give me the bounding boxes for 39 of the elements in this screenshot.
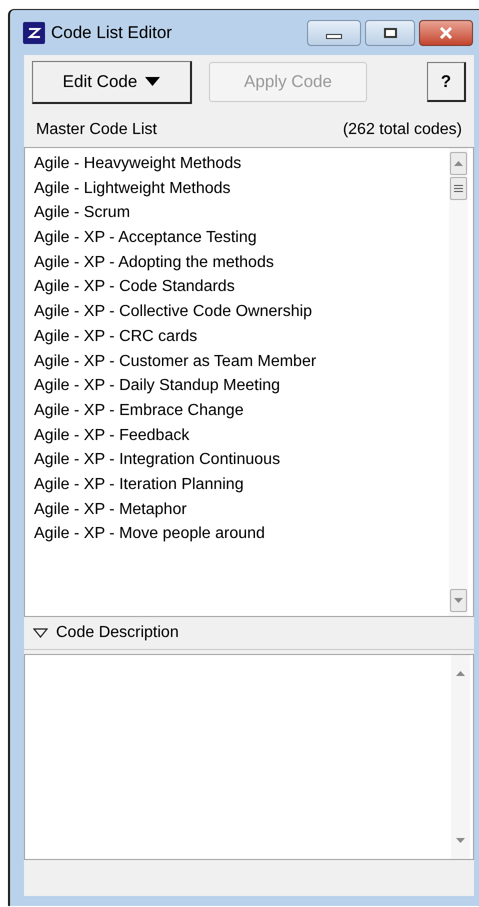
edit-code-button[interactable]: Edit Code (32, 60, 192, 104)
help-button[interactable]: ? (427, 62, 466, 102)
code-list-item[interactable]: Agile - XP - Embrace Change (34, 398, 449, 424)
code-list-item[interactable]: Agile - XP - Daily Standup Meeting (34, 374, 449, 399)
scroll-up-button[interactable] (450, 152, 467, 175)
close-button[interactable] (419, 20, 473, 46)
code-list-item[interactable]: Agile - XP - CRC cards (34, 324, 449, 350)
close-icon (439, 26, 453, 38)
code-list-item[interactable]: Agile - XP - Metaphor (34, 498, 449, 522)
scroll-up-icon (456, 671, 465, 676)
code-list-item[interactable]: Agile - Lightweight Methods (34, 176, 449, 202)
scroll-thumb[interactable] (450, 177, 467, 200)
code-list-item[interactable]: Agile - XP - Acceptance Testing (34, 226, 449, 251)
scroll-down-button[interactable] (450, 589, 467, 612)
code-list-item[interactable]: Agile - Scrum (34, 201, 449, 226)
code-list-item[interactable]: Agile - Heavyweight Methods (34, 152, 449, 177)
scroll-down-icon (454, 598, 463, 603)
code-count: (262 total codes) (342, 120, 462, 140)
code-list-item[interactable]: Agile - XP - Adopting the methods (34, 250, 449, 276)
list-title: Master Code List (36, 120, 157, 140)
code-list-item[interactable]: Agile - XP - Collective Code Ownership (34, 300, 449, 325)
code-list-item[interactable]: Agile - XP - Integration Continuous (34, 448, 449, 473)
disclosure-triangle-icon (33, 628, 48, 638)
code-list-item[interactable]: Agile - XP - Iteration Planning (34, 472, 449, 498)
scroll-down-icon (456, 838, 465, 843)
minimize-icon (326, 34, 342, 39)
window-title: Code List Editor (51, 22, 172, 44)
list-scrollbar[interactable] (449, 148, 468, 616)
maximize-icon (384, 28, 396, 38)
code-list-item[interactable]: Agile - XP - Code Standards (34, 275, 449, 300)
scroll-up-icon (454, 161, 463, 166)
code-list-item[interactable]: Agile - XP - Customer as Team Member (34, 350, 449, 374)
caret-icon (145, 77, 160, 86)
maximize-button[interactable] (365, 20, 415, 46)
description-toggle[interactable]: Code Description (24, 617, 474, 650)
code-list-item[interactable]: Agile - XP - Move people around (34, 522, 449, 547)
code-list-item[interactable]: Agile - XP - Feedback (34, 424, 449, 448)
app-logo-icon (23, 22, 45, 44)
minimize-button[interactable] (307, 20, 361, 46)
